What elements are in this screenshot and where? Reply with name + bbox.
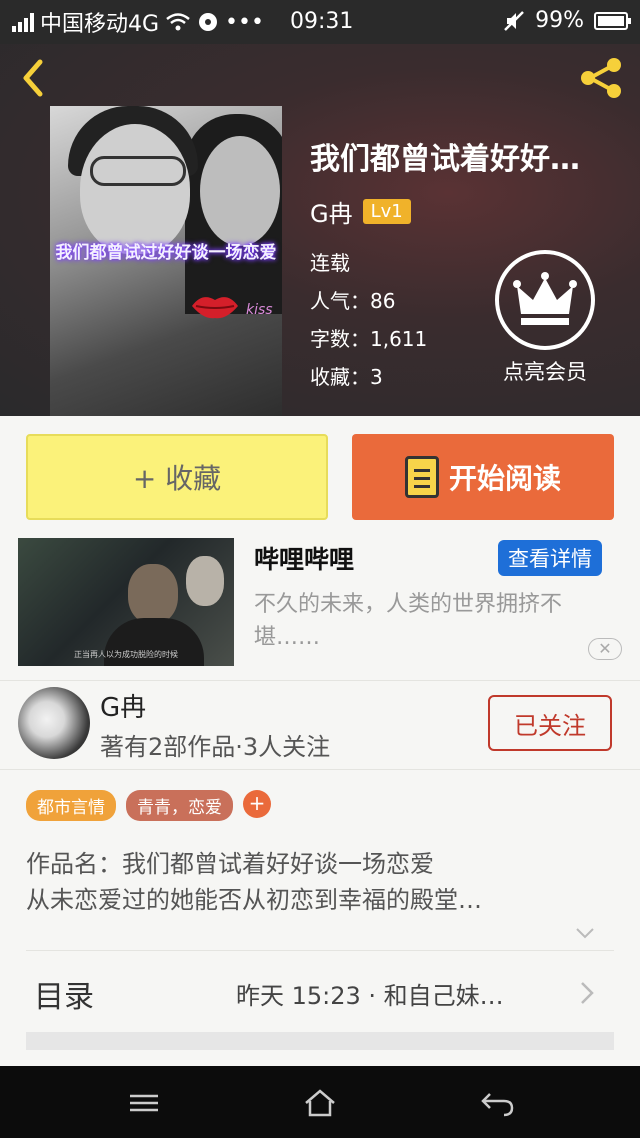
vip-label: 点亮会员	[503, 360, 587, 384]
menu-icon[interactable]	[124, 1088, 164, 1118]
popularity-value: 86	[370, 289, 396, 313]
add-tag-button[interactable]: +	[243, 790, 271, 818]
ad-close-button[interactable]: ✕	[588, 638, 622, 660]
vip-button[interactable]: 点亮会员	[490, 250, 600, 386]
ad-title: 哔哩哔哩	[254, 545, 355, 574]
signal-icon	[12, 12, 34, 32]
tag-item[interactable]: 青青，恋爱	[126, 790, 233, 821]
toc-label: 目录	[34, 980, 94, 1015]
status-text: 连载	[310, 251, 350, 275]
ad-detail-button[interactable]: 查看详情	[498, 540, 602, 576]
battery-icon	[594, 11, 631, 30]
latest-chapter: 昨天 15:23 · 和自己妹…	[236, 982, 504, 1010]
tag-list: 都市言情 青青，恋爱 +	[26, 790, 271, 821]
system-nav-bar	[0, 1066, 640, 1138]
popularity-row: 人气：86	[310, 289, 396, 313]
lips-icon	[192, 297, 238, 319]
cover-title: 我们都曾试过好好谈一场恋爱	[55, 243, 277, 263]
favorite-button[interactable]: + 收藏	[26, 434, 328, 520]
back-button[interactable]	[18, 58, 54, 98]
book-title: 我们都曾试着好好…	[310, 142, 580, 177]
synopsis-line: 作品名：我们都曾试着好好谈一场恋爱	[26, 850, 434, 878]
synopsis-line: 从未恋爱过的她能否从初恋到幸福的殿堂…	[26, 886, 482, 914]
author-name-secondary: G冉	[100, 693, 147, 723]
tag-item[interactable]: 都市言情	[26, 790, 116, 821]
follow-button[interactable]: 已关注	[488, 695, 612, 751]
crown-icon	[495, 250, 595, 350]
mute-icon	[504, 10, 524, 31]
chevron-left-icon	[23, 59, 43, 97]
more-dots: •••	[225, 9, 264, 35]
chevron-right-icon	[581, 982, 594, 1004]
words-row: 字数：1,611	[310, 327, 428, 351]
status-bar: 中国移动4G ••• 09:31 99%	[0, 0, 640, 44]
start-reading-label: 开始阅读	[448, 462, 561, 495]
start-reading-button[interactable]: 开始阅读	[352, 434, 614, 520]
ad-description: 不久的未来，人类的世界拥挤不堪……	[254, 592, 563, 650]
author-row[interactable]: G冉 著有2部作品·3人关注 已关注	[0, 680, 640, 770]
book-meta: 连载 人气：86 字数：1,611 收藏：3	[310, 244, 427, 396]
author-name[interactable]: G冉	[310, 194, 353, 229]
home-icon[interactable]	[300, 1088, 340, 1118]
cover-sticker: kiss	[246, 302, 273, 318]
book-icon	[404, 456, 439, 498]
share-button[interactable]	[576, 56, 626, 100]
wifi-icon	[166, 13, 190, 31]
share-icon	[581, 58, 621, 98]
battery-percent: 99%	[535, 8, 584, 33]
sync-icon	[199, 13, 218, 31]
clock: 09:31	[290, 9, 354, 34]
ad-caption: 正当再人以为成功脱险的时候	[74, 650, 178, 659]
words-value: 1,611	[370, 327, 428, 351]
synopsis[interactable]: 作品名：我们都曾试着好好谈一场恋爱 从未恋爱过的她能否从初恋到幸福的殿堂…	[26, 846, 616, 918]
section-divider	[26, 1032, 614, 1050]
carrier-label: 中国移动4G	[40, 12, 160, 37]
chevron-down-icon[interactable]	[574, 922, 596, 944]
collect-value: 3	[370, 365, 383, 389]
collect-row: 收藏：3	[310, 365, 383, 389]
author-avatar[interactable]	[18, 687, 90, 759]
toc-row[interactable]: 目录 昨天 15:23 · 和自己妹…	[0, 952, 640, 1032]
author-stats: 著有2部作品·3人关注	[100, 733, 331, 761]
divider	[26, 950, 614, 951]
book-cover[interactable]: 我们都曾试过好好谈一场恋爱 kiss	[50, 106, 282, 416]
ad-banner[interactable]: 正当再人以为成功脱险的时候 哔哩哔哩 查看详情 不久的未来，人类的世界拥挤不堪……	[0, 530, 640, 672]
book-header: 我们都曾试过好好谈一场恋爱 kiss 我们都曾试着好好… G冉 Lv1 连载 人…	[0, 44, 640, 416]
ad-image[interactable]: 正当再人以为成功脱险的时候	[18, 538, 234, 666]
author-line: G冉 Lv1	[310, 194, 411, 229]
back-nav-icon[interactable]	[478, 1088, 518, 1118]
level-badge: Lv1	[362, 199, 411, 224]
